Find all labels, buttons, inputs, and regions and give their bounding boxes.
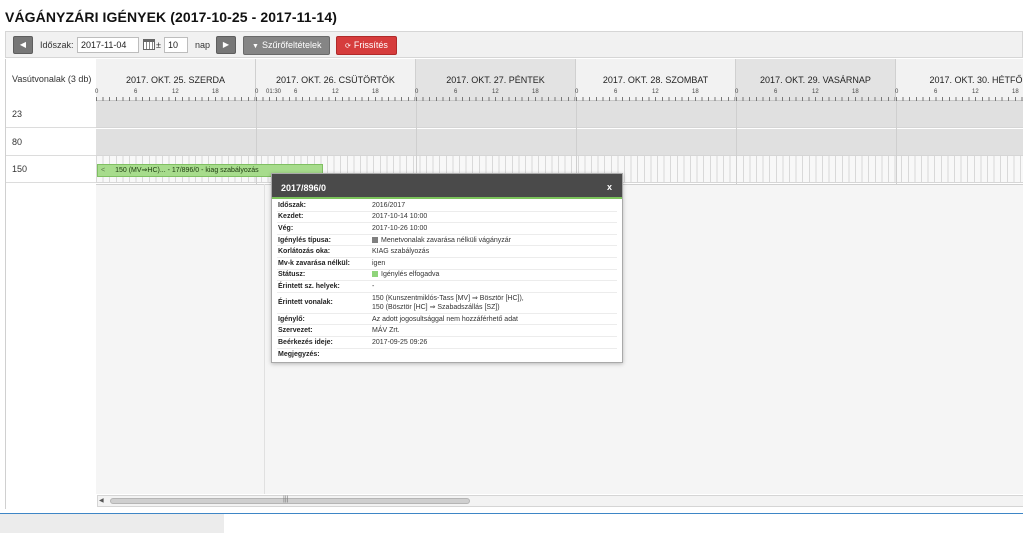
- popup-body: Időszak: 2016/2017 Kezdet: 2017-10-14 10:0…: [272, 199, 622, 360]
- page-title: VÁGÁNYZÁRI IGÉNYEK (2017-10-25 - 2017-11…: [5, 9, 337, 25]
- day-header: 2017. OKT. 25. SZERDA 0 6 12 18: [95, 59, 256, 101]
- unit-label: nap: [195, 40, 211, 50]
- lane-row-23: [96, 101, 1023, 128]
- caret-down-icon: ▼: [252, 43, 259, 50]
- horizontal-scrollbar[interactable]: ◀ |||: [97, 495, 1023, 507]
- detail-row: Vég: 2017-10-26 10:00: [277, 223, 617, 235]
- day-title: 2017. OKT. 28. SZOMBAT: [602, 75, 709, 85]
- plus-minus-sign: ±: [156, 40, 161, 50]
- detail-row: Időszak: 2016/2017: [277, 200, 617, 212]
- day-title: 2017. OKT. 27. PÉNTEK: [446, 75, 545, 85]
- toolbar: ◀ Időszak: ± nap ▶ ▼Szűrőfeltételek ⟳Fri…: [5, 31, 1023, 58]
- range-days-input[interactable]: [164, 37, 188, 53]
- prev-period-button[interactable]: ◀: [13, 36, 33, 54]
- event-label: 150 (MV⇒HC)... - 17/896/0 - kiag szabály…: [115, 167, 259, 174]
- chevron-left-icon: ◀: [19, 40, 27, 49]
- row-label-23: 23: [6, 101, 96, 128]
- detail-row: Érintett vonalak: 150 (Kunszentmiklós-Tas…: [277, 293, 617, 314]
- close-icon[interactable]: x: [607, 182, 612, 192]
- hour-ruler: 0 6 12 18: [575, 89, 735, 101]
- detail-row: Beérkezés ideje: 2017-09-25 09:26: [277, 337, 617, 349]
- detail-row: Korlátozás oka: KIAG szabályozás: [277, 246, 617, 258]
- event-left-arrow: <: [101, 167, 106, 174]
- day-header: 2017. OKT. 28. SZOMBAT 0 6 12 18: [575, 59, 736, 101]
- day-title: 2017. OKT. 26. CSÜTÖRTÖK: [276, 75, 395, 85]
- day-header: 2017. OKT. 30. HÉTFŐ 0 6 12 18: [895, 59, 1023, 101]
- filter-button-label: Szűrőfeltételek: [261, 40, 322, 50]
- day-header: 2017. OKT. 26. CSÜTÖRTÖK 0 01:30 6 12 18: [255, 59, 416, 101]
- detail-row: Státusz: Igénylés elfogadva: [277, 270, 617, 282]
- day-title: 2017. OKT. 29. VASÁRNAP: [760, 75, 871, 85]
- filter-button[interactable]: ▼ Szűrőfeltételek: [243, 36, 331, 55]
- chevron-right-icon: ▶: [222, 40, 230, 49]
- popup-header: 2017/896/0 x: [272, 174, 622, 199]
- day-header: 2017. OKT. 27. PÉNTEK 0 6 12 18: [415, 59, 576, 101]
- popup-title: 2017/896/0: [281, 183, 327, 193]
- hour-ruler: 0 6 12 18: [95, 89, 255, 101]
- day-title: 2017. OKT. 30. HÉTFŐ: [929, 75, 1023, 85]
- hour-ruler: 0 6 12 18: [415, 89, 575, 101]
- lane-row-80: [96, 129, 1023, 156]
- type-square-icon: [372, 236, 378, 243]
- row-label-150: 150: [6, 156, 96, 183]
- detail-row: Megjegyzés:: [278, 350, 320, 358]
- next-period-button[interactable]: ▶: [216, 36, 236, 54]
- event-details-popup: 2017/896/0 x Időszak: 2016/2017 Kezdet: 20…: [271, 173, 623, 363]
- refresh-icon: ⟳: [345, 43, 351, 50]
- hour-ruler: 0 01:30 6 12 18: [255, 89, 415, 101]
- detail-row: Érintett sz. helyek: -: [277, 281, 617, 293]
- hour-ruler: 0 6 12 18: [735, 89, 895, 101]
- detail-row: Mv-k zavarása nélkül: igen: [277, 258, 617, 270]
- detail-row: Igénylő: Az adott jogosultsággal nem hozz…: [277, 314, 617, 326]
- scroll-left-icon[interactable]: ◀: [99, 497, 104, 504]
- hour-ruler: 0 6 12 18: [895, 89, 1023, 101]
- footer-panel: [0, 514, 224, 533]
- detail-row: Igénylés típusa: Menetvonalak zavarása né…: [277, 235, 617, 247]
- day-title: 2017. OKT. 25. SZERDA: [125, 75, 226, 85]
- period-label: Időszak:: [40, 40, 74, 50]
- rows-header: Vasútvonalak (3 db): [6, 59, 96, 101]
- refresh-button[interactable]: ⟳ Frissítés: [336, 36, 397, 55]
- row-label-80: 80: [6, 129, 96, 156]
- day-header: 2017. OKT. 29. VASÁRNAP 0 6 12 18: [735, 59, 896, 101]
- detail-row: Szervezet: MÁV Zrt.: [277, 325, 617, 337]
- grip-icon: |||: [283, 496, 289, 503]
- status-square-icon: [372, 271, 378, 278]
- date-input[interactable]: [77, 37, 139, 53]
- time-marker: 01:30: [266, 89, 282, 95]
- detail-row: Kezdet: 2017-10-14 10:00: [277, 212, 617, 224]
- scroll-thumb[interactable]: |||: [110, 496, 470, 504]
- refresh-button-label: Frissítés: [353, 40, 388, 50]
- calendar-icon[interactable]: [143, 39, 155, 50]
